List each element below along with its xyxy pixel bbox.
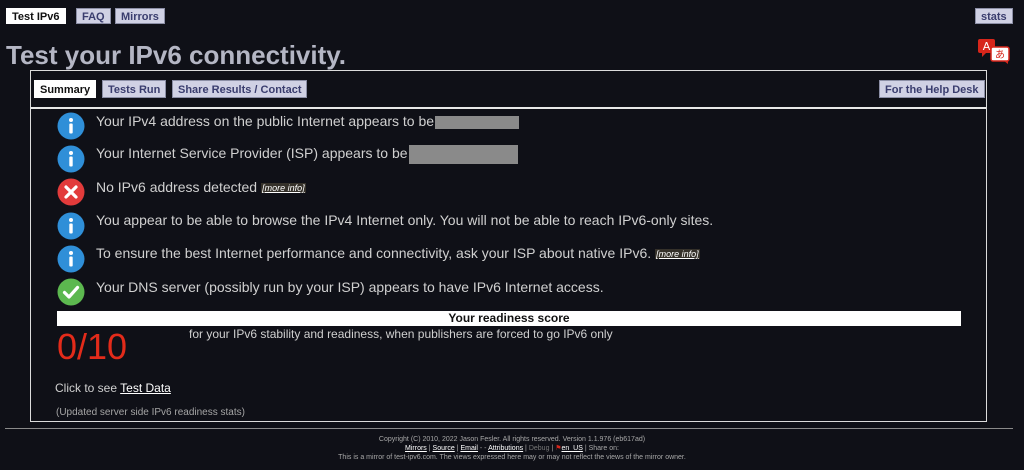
result-text: You appear to be able to browse the IPv4… — [96, 212, 714, 228]
check-icon — [57, 278, 85, 306]
result-text: No IPv6 address detected [more info] — [96, 179, 306, 195]
svg-text:あ: あ — [995, 49, 1005, 61]
readiness-score-description: for your IPv6 stability and readiness, w… — [189, 327, 613, 341]
page-title: Test your IPv6 connectivity. — [6, 40, 347, 70]
test-data-line: Click to see Test Data — [55, 381, 171, 395]
footer-locale[interactable]: en_US — [561, 445, 582, 452]
svg-text:A: A — [983, 40, 991, 53]
error-icon — [57, 178, 85, 206]
footer-links: Mirrors | Source | Email - - Attribution… — [405, 445, 619, 452]
tab-faq[interactable]: FAQ — [76, 8, 111, 24]
help-desk-button[interactable]: For the Help Desk — [879, 80, 985, 98]
result-text: Your IPv4 address on the public Internet… — [96, 112, 520, 130]
readiness-score-value: 0/10 — [57, 326, 128, 367]
info-icon — [57, 245, 85, 273]
footer-link-mirrors[interactable]: Mirrors — [405, 445, 427, 452]
footer-debug[interactable]: Debug — [529, 445, 550, 452]
footer-link-attributions[interactable]: Attributions — [488, 445, 523, 452]
redacted-isp — [408, 144, 518, 164]
translate-icon[interactable]: A あ — [977, 38, 1011, 64]
test-data-link[interactable]: Test Data — [120, 381, 171, 395]
info-icon — [57, 112, 85, 140]
stats-button[interactable]: stats — [975, 8, 1013, 24]
readiness-score-heading: Your readiness score — [57, 311, 961, 326]
more-info-link[interactable]: [more info] — [261, 183, 306, 194]
info-icon — [57, 145, 85, 173]
footer-divider — [5, 428, 1013, 429]
result-text: Your DNS server (possibly run by your IS… — [96, 279, 604, 295]
tab-summary[interactable]: Summary — [34, 80, 97, 98]
footer-mirror-note: This is a mirror of test-ipv6.com. The v… — [338, 454, 686, 461]
updated-stats-note: (Updated server side IPv6 readiness stat… — [56, 407, 245, 418]
footer-copyright: Copyright (C) 2010, 2022 Jason Fesler. A… — [378, 436, 646, 443]
footer-share: Share on: — [588, 445, 619, 452]
tab-mirrors[interactable]: Mirrors — [115, 8, 165, 24]
tab-tests-run[interactable]: Tests Run — [102, 80, 167, 98]
info-icon — [57, 212, 85, 240]
redacted-ip — [435, 115, 520, 129]
more-info-link[interactable]: [more info] — [655, 249, 700, 260]
footer-link-source[interactable]: Source — [433, 445, 455, 452]
tab-divider — [31, 107, 986, 109]
result-text: To ensure the best Internet performance … — [96, 245, 700, 261]
tab-test-ipv6[interactable]: Test IPv6 — [6, 8, 66, 24]
result-text: Your Internet Service Provider (ISP) app… — [96, 144, 518, 164]
tab-share-results-contact[interactable]: Share Results / Contact — [172, 80, 308, 98]
footer-link-email[interactable]: Email — [460, 445, 478, 452]
